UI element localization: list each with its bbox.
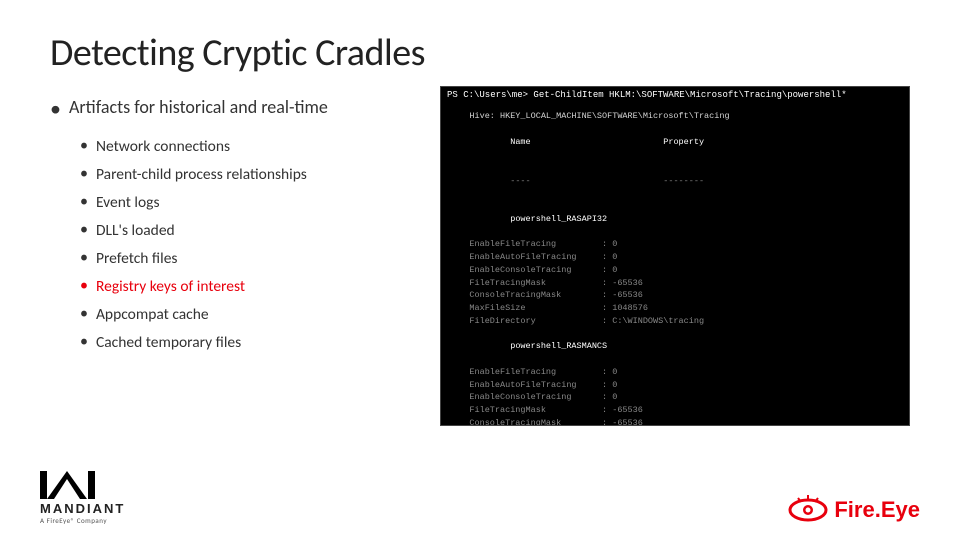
terminal-body: Hive: HKEY_LOCAL_MACHINE\SOFTWARE\Micros… bbox=[441, 103, 909, 426]
sub-bullet-event-logs: Event logs bbox=[80, 188, 420, 216]
entry1-prop2: EnableConsoleTracing : 0 bbox=[449, 264, 901, 277]
entry1-prop6: FileDirectory : C:\WINDOWS\tracing bbox=[449, 315, 901, 328]
terminal-window: PS C:\Users\me> Get-ChildItem HKLM:\SOFT… bbox=[440, 86, 910, 426]
sub-bullet-parent-child-text: Parent-child process relationships bbox=[96, 161, 307, 188]
hive-line: Hive: HKEY_LOCAL_MACHINE\SOFTWARE\Micros… bbox=[449, 110, 901, 124]
fireeye-logo: Fire.Eye bbox=[788, 495, 920, 525]
terminal-top-bar: PS C:\Users\me> Get-ChildItem HKLM:\SOFT… bbox=[441, 87, 909, 103]
bullet-section: • Artifacts for historical and real-time… bbox=[50, 96, 420, 426]
entry2-prop1: EnableAutoFileTracing : 0 bbox=[449, 379, 901, 392]
footer: MANDIANT A FireEye® Company Fire.Eye bbox=[0, 466, 960, 525]
mandiant-sub-label: A FireEye® Company bbox=[40, 516, 107, 525]
content-area: • Artifacts for historical and real-time… bbox=[50, 96, 910, 426]
sub-bullet-prefetch-text: Prefetch files bbox=[96, 245, 178, 272]
entry2-prop0: EnableFileTracing : 0 bbox=[449, 366, 901, 379]
entry2-name: powershell_RASMANCS bbox=[449, 328, 901, 366]
separator-line: ---- -------- bbox=[449, 162, 901, 200]
entry1-prop4: ConsoleTracingMask : -65536 bbox=[449, 289, 901, 302]
sub-bullet-event-logs-text: Event logs bbox=[96, 189, 160, 216]
fireeye-text-label: Fire.Eye bbox=[834, 497, 920, 523]
slide-title: Detecting Cryptic Cradles bbox=[50, 30, 910, 76]
sub-bullet-cached-text: Cached temporary files bbox=[96, 329, 241, 356]
entry2-prop2: EnableConsoleTracing : 0 bbox=[449, 391, 901, 404]
sub-bullet-dll: DLL's loaded bbox=[80, 216, 420, 244]
sub-bullet-list: Network connections Parent-child process… bbox=[50, 132, 420, 356]
sub-bullet-network: Network connections bbox=[80, 132, 420, 160]
sub-bullet-parent-child: Parent-child process relationships bbox=[80, 160, 420, 188]
entry1-prop3: FileTracingMask : -65536 bbox=[449, 277, 901, 290]
sub-bullet-appcompat: Appcompat cache bbox=[80, 300, 420, 328]
mandiant-text-label: MANDIANT bbox=[40, 501, 125, 516]
terminal-command: PS C:\Users\me> Get-ChildItem HKLM:\SOFT… bbox=[447, 90, 903, 100]
main-bullet-dot: • bbox=[50, 96, 61, 122]
terminal-area: PS C:\Users\me> Get-ChildItem HKLM:\SOFT… bbox=[440, 86, 910, 426]
sub-bullet-registry: Registry keys of interest bbox=[80, 272, 420, 300]
entry1-prop0: EnableFileTracing : 0 bbox=[449, 238, 901, 251]
entry2-prop4: ConsoleTracingMask : -65536 bbox=[449, 417, 901, 426]
slide: Detecting Cryptic Cradles • Artifacts fo… bbox=[0, 0, 960, 540]
sub-bullet-registry-text: Registry keys of interest bbox=[96, 273, 245, 300]
sub-bullet-appcompat-text: Appcompat cache bbox=[96, 301, 209, 328]
fireeye-eye-icon bbox=[788, 495, 828, 525]
entry1-prop5: MaxFileSize : 1048576 bbox=[449, 302, 901, 315]
mandiant-m-icon bbox=[40, 466, 95, 501]
sub-bullet-network-text: Network connections bbox=[96, 133, 230, 160]
entry1-prop1: EnableAutoFileTracing : 0 bbox=[449, 251, 901, 264]
sub-bullet-cached: Cached temporary files bbox=[80, 328, 420, 356]
entry1-name: powershell_RASAPI32 bbox=[449, 200, 901, 238]
main-bullet: • Artifacts for historical and real-time bbox=[50, 96, 420, 122]
sub-bullet-prefetch: Prefetch files bbox=[80, 244, 420, 272]
columns-header: Name Property bbox=[449, 124, 901, 162]
entry2-prop3: FileTracingMask : -65536 bbox=[449, 404, 901, 417]
sub-bullet-dll-text: DLL's loaded bbox=[96, 217, 175, 244]
mandiant-logo: MANDIANT A FireEye® Company bbox=[40, 466, 125, 525]
main-bullet-text: Artifacts for historical and real-time bbox=[69, 96, 328, 118]
